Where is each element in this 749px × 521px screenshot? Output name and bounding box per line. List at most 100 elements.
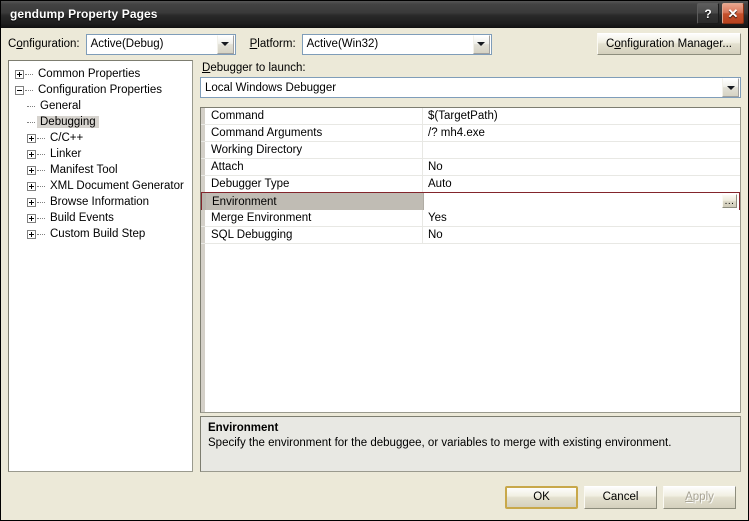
property-row[interactable]: Debugger Type Auto	[201, 176, 740, 193]
property-value[interactable]: /? mh4.exe	[423, 125, 740, 141]
debugger-to-launch-dropdown[interactable]: Local Windows Debugger	[200, 77, 741, 98]
tree-connector-icon	[37, 169, 45, 171]
tree-item-label: Custom Build Step	[50, 228, 146, 240]
expand-plus-icon[interactable]	[27, 229, 36, 239]
title-bar: gendump Property Pages ? ✕	[1, 1, 748, 28]
tree-item-label: Debugging	[37, 116, 99, 128]
ok-button[interactable]: OK	[505, 485, 578, 509]
tree-item-label: C/C++	[50, 132, 84, 144]
property-value-text: Auto	[428, 178, 452, 190]
close-icon[interactable]: ✕	[722, 3, 744, 24]
tree-item-debugging[interactable]: Debugging	[15, 114, 192, 130]
property-grid-blank	[205, 244, 740, 412]
property-name: Command Arguments	[205, 125, 423, 141]
tree-item-general[interactable]: General	[15, 98, 192, 114]
chevron-down-icon[interactable]	[472, 34, 490, 54]
dialog-footer: OK Cancel Apply	[1, 480, 748, 520]
property-tree[interactable]: Common Properties Configuration Propertie…	[8, 60, 193, 472]
tree-connector-icon	[37, 233, 45, 235]
collapse-minus-icon[interactable]	[15, 85, 24, 95]
property-row[interactable]: SQL Debugging No	[201, 227, 740, 244]
title-bar-buttons: ? ✕	[697, 3, 744, 24]
tree-connector-icon	[25, 89, 33, 91]
chevron-down-icon[interactable]	[722, 78, 739, 97]
help-icon[interactable]: ?	[697, 3, 719, 24]
property-value[interactable]: No	[423, 227, 740, 243]
description-title: Environment	[208, 422, 279, 434]
expand-plus-icon[interactable]	[27, 149, 36, 159]
tree-item-build-events[interactable]: Build Events	[15, 210, 192, 226]
property-row[interactable]: Environment...	[201, 192, 740, 211]
property-name: Merge Environment	[205, 210, 423, 226]
property-pages-dialog: gendump Property Pages ? ✕ Configuration…	[0, 0, 749, 521]
property-row[interactable]: Working Directory	[201, 142, 740, 159]
right-pane: Debugger to launch: Local Windows Debugg…	[200, 60, 741, 472]
property-name: Debugger Type	[205, 176, 423, 192]
tree-item-label: Build Events	[50, 212, 114, 224]
property-name: SQL Debugging	[205, 227, 423, 243]
tree-item-label: Browse Information	[50, 196, 150, 208]
apply-button: Apply	[663, 485, 736, 509]
tree-item-browse-information[interactable]: Browse Information	[15, 194, 192, 210]
tree-connector-icon	[27, 121, 35, 123]
cancel-button[interactable]: Cancel	[584, 485, 657, 509]
property-value-text: No	[428, 161, 443, 173]
tree-connector-icon	[37, 217, 45, 219]
configuration-manager-button[interactable]: Co nfiguration Manager...	[597, 33, 741, 55]
platform-value: Active(Win32)	[306, 38, 379, 50]
property-grid-empty-area	[201, 244, 740, 412]
description-body: Specify the environment for the debuggee…	[208, 437, 672, 449]
property-name: Environment	[206, 193, 424, 210]
property-row[interactable]: Attach No	[201, 159, 740, 176]
tree-item-manifest-tool[interactable]: Manifest Tool	[15, 162, 192, 178]
property-value[interactable]	[423, 142, 740, 158]
tree-connector-icon	[25, 73, 33, 75]
configuration-bar: Configuration: Active(Debug) Platform: A…	[1, 28, 748, 60]
property-row[interactable]: Merge Environment Yes	[201, 210, 740, 227]
property-value[interactable]: $(TargetPath)	[423, 108, 740, 124]
tree-item-label: Manifest Tool	[50, 164, 118, 176]
expand-plus-icon[interactable]	[15, 69, 24, 79]
tree-item-common-properties[interactable]: Common Properties	[15, 66, 192, 82]
property-name: Working Directory	[205, 142, 423, 158]
expand-plus-icon[interactable]	[27, 213, 36, 223]
tree-item-label: Linker	[50, 148, 82, 160]
tree-connector-icon	[37, 185, 45, 187]
expand-plus-icon[interactable]	[27, 197, 36, 207]
tree-connector-icon	[37, 137, 45, 139]
tree-item-linker[interactable]: Linker	[15, 146, 192, 162]
tree-item-label: General	[40, 100, 81, 112]
debugger-to-launch-label: Debugger to launch:	[202, 62, 306, 74]
platform-dropdown[interactable]: Active(Win32)	[301, 33, 492, 55]
tree-item-c-c[interactable]: C/C++	[15, 130, 192, 146]
debugger-to-launch-value: Local Windows Debugger	[205, 81, 337, 94]
property-row[interactable]: Command $(TargetPath)	[201, 108, 740, 125]
tree-connector-icon	[27, 105, 35, 107]
property-value-text: Yes	[428, 212, 447, 224]
dialog-body: Common Properties Configuration Propertie…	[1, 60, 748, 480]
property-value[interactable]: Auto	[423, 176, 740, 192]
description-pane: Environment Specify the environment for …	[200, 416, 741, 472]
property-value[interactable]: No	[423, 159, 740, 175]
property-value[interactable]: Yes	[423, 210, 740, 226]
expand-plus-icon[interactable]	[27, 165, 36, 175]
configuration-dropdown[interactable]: Active(Debug)	[85, 33, 236, 55]
window-title: gendump Property Pages	[10, 7, 158, 21]
tree-item-configuration-properties[interactable]: Configuration Properties	[15, 82, 192, 98]
tree-item-label: Common Properties	[38, 68, 141, 80]
tree-item-label: Configuration Properties	[38, 84, 163, 96]
expand-plus-icon[interactable]	[27, 181, 36, 191]
property-name: Attach	[205, 159, 423, 175]
tree-item-custom-build-step[interactable]: Custom Build Step	[15, 226, 192, 242]
tree-connector-icon	[37, 201, 45, 203]
property-value-text: /? mh4.exe	[428, 127, 485, 139]
property-value-text: $(TargetPath)	[428, 110, 498, 122]
property-value[interactable]: ...	[424, 193, 739, 210]
property-grid[interactable]: Command $(TargetPath) Command Arguments /? …	[200, 107, 741, 413]
property-name: Command	[205, 108, 423, 124]
expand-plus-icon[interactable]	[27, 133, 36, 143]
chevron-down-icon[interactable]	[216, 34, 234, 54]
ellipsis-button[interactable]: ...	[722, 194, 737, 208]
property-row[interactable]: Command Arguments /? mh4.exe	[201, 125, 740, 142]
tree-item-xml-document-generator[interactable]: XML Document Generator	[15, 178, 192, 194]
